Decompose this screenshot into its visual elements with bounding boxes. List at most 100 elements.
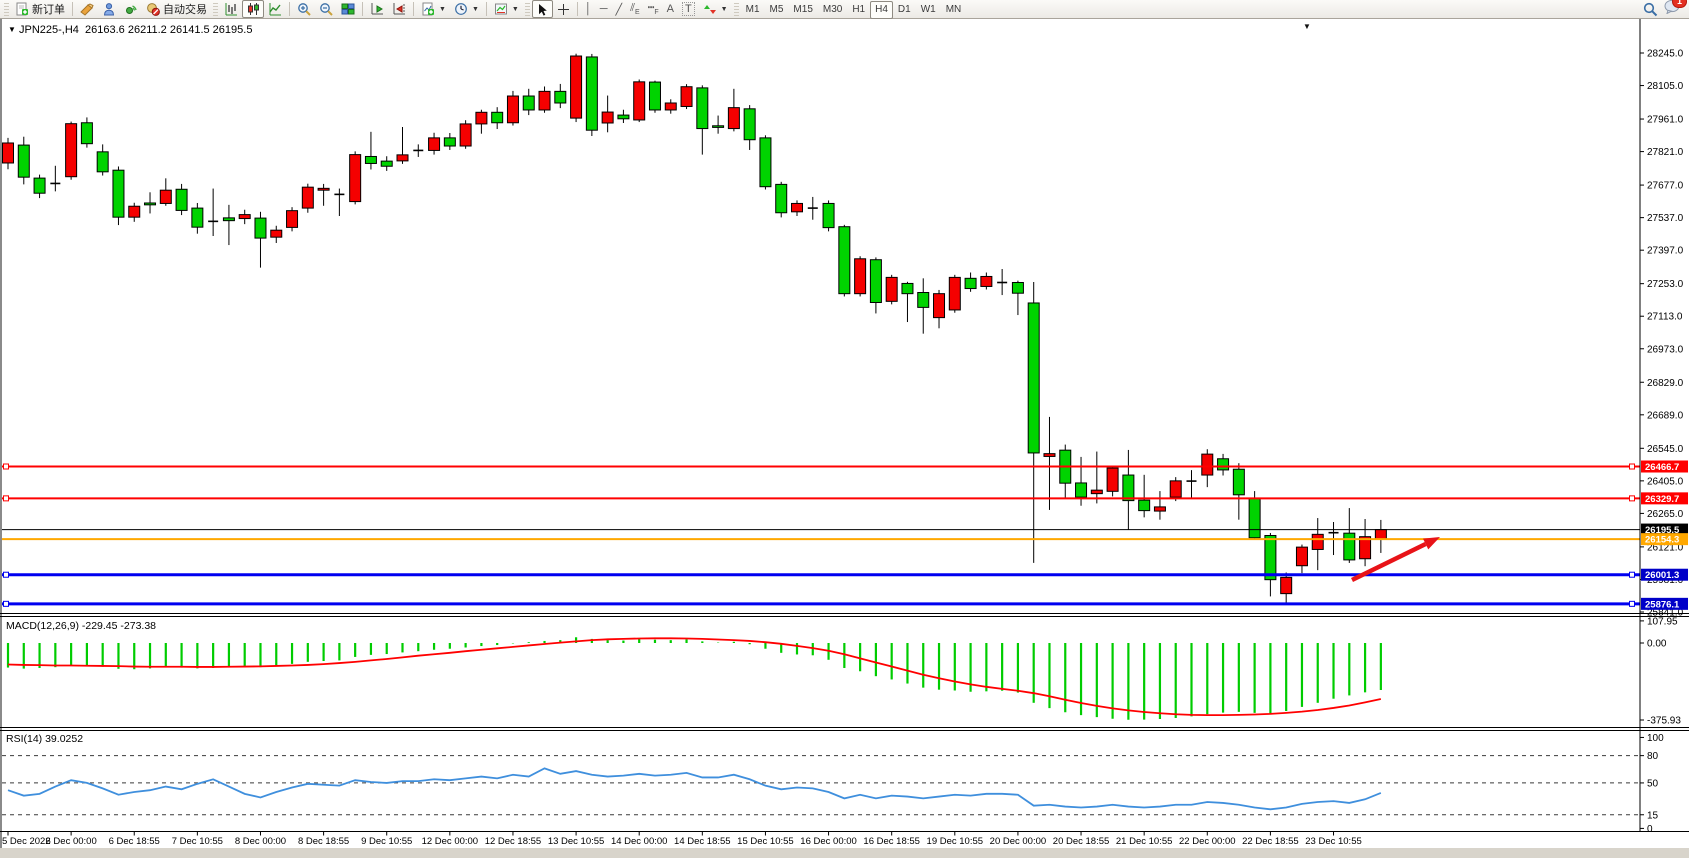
time-axis-label: 7 Dec 10:55 <box>172 836 223 847</box>
indicator-window-arrow[interactable]: ▼ <box>1303 22 1311 31</box>
zoom-in-button[interactable] <box>293 0 315 18</box>
chart-title-row: ▼ JPN225-,H4 26163.6 26211.2 26141.5 261… <box>8 24 252 36</box>
time-axis-label: 23 Dec 10:55 <box>1305 836 1362 847</box>
macd-axis-label: -375.93 <box>1647 715 1681 726</box>
candle-body-bear <box>192 208 203 227</box>
templates-button[interactable]: ▼ <box>490 0 523 18</box>
candle-body-bull <box>350 155 361 202</box>
new-order-icon <box>15 2 29 16</box>
line-handle[interactable] <box>4 572 9 577</box>
time-axis-label: 22 Dec 00:00 <box>1179 836 1236 847</box>
trendline-tool-button[interactable]: ╱ <box>611 0 626 18</box>
candle-body-bull <box>981 276 992 286</box>
chart-ohlc-values: 26163.6 26211.2 26141.5 26195.5 <box>85 24 252 36</box>
horizontal-line-tool-button[interactable]: ─ <box>596 0 612 18</box>
arrows-tool-button[interactable]: ▼ <box>699 0 732 18</box>
candle <box>855 256 866 296</box>
tile-windows-button[interactable] <box>337 0 359 18</box>
candle <box>302 184 313 213</box>
toolbar-grip <box>734 3 739 16</box>
candle <box>460 120 471 149</box>
candle-body-bull <box>1296 547 1307 566</box>
price-chart-svg[interactable]: 28245.028105.027961.027821.027677.027537… <box>0 0 1689 858</box>
timeframe-button-H4[interactable]: H4 <box>870 1 893 19</box>
candle-body-bear <box>902 283 913 293</box>
trendline-icon: ╱ <box>615 3 622 16</box>
new-order-button[interactable]: 新订单 <box>11 0 69 18</box>
candle-body-bear <box>744 109 755 140</box>
timeframe-button-M1[interactable]: M1 <box>741 1 765 19</box>
zoom-out-button[interactable] <box>315 0 337 18</box>
line-handle[interactable] <box>4 601 9 606</box>
price-axis-tick-label: 26829.0 <box>1647 378 1684 389</box>
candle <box>113 166 124 225</box>
line-handle[interactable] <box>4 496 9 501</box>
candlestick-chart-button[interactable] <box>242 0 264 18</box>
auto-scroll-button[interactable] <box>366 0 388 18</box>
candle-body-bear <box>113 170 124 217</box>
new-chart-button[interactable]: ▼ <box>417 0 450 18</box>
line-handle[interactable] <box>1630 601 1635 606</box>
autotrading-icon <box>146 2 160 16</box>
candle-body-bear <box>1028 303 1039 453</box>
channel-tool-button[interactable]: ⫽E <box>626 0 644 18</box>
line-handle[interactable] <box>1630 464 1635 469</box>
crosshair-tool-button[interactable] <box>553 0 574 18</box>
candle-body-bear <box>255 218 266 238</box>
line-handle[interactable] <box>1630 496 1635 501</box>
arrow-objects-icon <box>703 3 717 16</box>
candle-body-bear <box>1123 475 1134 501</box>
line-handle[interactable] <box>1630 572 1635 577</box>
toolbar-separator <box>289 2 290 16</box>
timeframe-group: M1M5M15M30H1H4D1W1MN <box>741 0 967 19</box>
autotrading-button[interactable]: 自动交易 <box>142 0 211 18</box>
new-chart-icon <box>421 2 435 16</box>
timeframe-button-M30[interactable]: M30 <box>818 1 847 19</box>
fibonacci-tool-button[interactable]: ┅F <box>644 0 663 18</box>
terminal-button[interactable] <box>120 0 142 18</box>
price-axis-tick-label: 28245.0 <box>1647 48 1684 59</box>
chart-shift-icon <box>392 2 406 16</box>
toolbar-right-group: 1 <box>1643 0 1681 19</box>
candle-body-bull <box>239 215 250 219</box>
candle-body-bull <box>302 187 313 208</box>
candle-body-bull <box>1375 530 1386 539</box>
search-icon[interactable] <box>1643 2 1658 17</box>
candle <box>949 275 960 313</box>
line-chart-button[interactable] <box>264 0 286 18</box>
window-bottom-strip <box>0 848 1689 858</box>
market-watch-button[interactable] <box>76 0 98 18</box>
timeframe-button-H1[interactable]: H1 <box>847 1 870 19</box>
timeframe-button-D1[interactable]: D1 <box>893 1 916 19</box>
price-axis-tick-label: 27113.0 <box>1647 312 1683 323</box>
timeframe-button-M5[interactable]: M5 <box>765 1 789 19</box>
candle-body-bull <box>1202 454 1213 475</box>
line-handle[interactable] <box>4 464 9 469</box>
candle-body-bull <box>571 56 582 118</box>
timeframe-button-W1[interactable]: W1 <box>916 1 941 19</box>
time-axis-label: 12 Dec 18:55 <box>485 836 542 847</box>
notifications-button[interactable]: 1 <box>1664 0 1681 19</box>
candle-body-bear <box>760 138 771 187</box>
zoom-in-icon <box>297 2 311 16</box>
toolbar-separator <box>72 2 73 16</box>
candle-body-bear <box>223 218 234 221</box>
toolbar-grip <box>525 3 530 16</box>
bar-chart-button[interactable] <box>220 0 242 18</box>
timeframe-button-MN[interactable]: MN <box>941 1 967 19</box>
chart-shift-button[interactable] <box>388 0 410 18</box>
candle-body-bull <box>1044 454 1055 457</box>
navigator-button[interactable] <box>98 0 120 18</box>
candle <box>823 200 834 231</box>
cursor-tool-button[interactable] <box>532 0 553 18</box>
text-icon: A <box>667 3 674 15</box>
candle-body-bear <box>618 115 629 119</box>
timeframe-button-M15[interactable]: M15 <box>788 1 817 19</box>
time-axis-label: 9 Dec 10:55 <box>361 836 412 847</box>
periodicity-button[interactable]: ▼ <box>450 0 483 18</box>
text-label-tool-button[interactable]: T <box>678 0 699 18</box>
text-tool-button[interactable]: A <box>663 0 678 18</box>
new-order-label: 新订单 <box>32 1 65 17</box>
vertical-line-tool-button[interactable]: │ <box>581 0 596 18</box>
symbol-dropdown-arrow[interactable]: ▼ <box>8 25 16 34</box>
